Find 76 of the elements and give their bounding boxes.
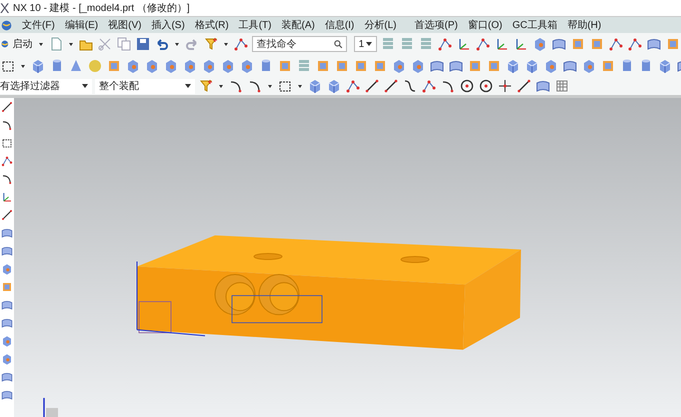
- feature-icon[interactable]: [543, 58, 559, 74]
- globe-icon[interactable]: [1, 20, 12, 30]
- curve-icon[interactable]: [402, 78, 418, 94]
- search-icon[interactable]: [334, 40, 343, 48]
- caret-icon: [82, 83, 88, 89]
- feature-icon[interactable]: [0, 334, 14, 348]
- filter-icon[interactable]: [198, 78, 214, 94]
- menu-item[interactable]: 视图(V): [108, 18, 142, 32]
- menu-item[interactable]: 插入(S): [151, 18, 185, 32]
- line-icon[interactable]: [516, 78, 532, 94]
- part-icon[interactable]: [600, 58, 616, 74]
- menu-item[interactable]: 首选项(P): [414, 18, 458, 32]
- arc-icon[interactable]: [0, 172, 14, 186]
- cube-icon[interactable]: [30, 58, 46, 74]
- crosshair-icon[interactable]: [497, 78, 513, 94]
- arc-icon[interactable]: [0, 118, 14, 132]
- menu-item[interactable]: 装配(A): [281, 18, 315, 32]
- filter-icon[interactable]: [202, 36, 219, 52]
- menu-item[interactable]: 工具(T): [238, 18, 272, 32]
- feature-icon[interactable]: [0, 352, 14, 366]
- menu-item[interactable]: 文件(F): [22, 18, 55, 32]
- line-icon[interactable]: [383, 78, 399, 94]
- point-set-icon[interactable]: [608, 36, 624, 52]
- point-set-icon[interactable]: [437, 36, 453, 52]
- filter-dropdown[interactable]: 有选择过滤器: [0, 78, 92, 94]
- cube-icon[interactable]: [326, 78, 342, 94]
- part-icon[interactable]: [589, 36, 605, 52]
- feature-icon[interactable]: [125, 58, 141, 74]
- point-set-icon[interactable]: [475, 36, 491, 52]
- save-icon[interactable]: [134, 36, 151, 52]
- menu-item[interactable]: 编辑(E): [64, 18, 98, 32]
- circle-icon[interactable]: [459, 78, 475, 94]
- start-button[interactable]: 启动: [12, 36, 34, 52]
- line-icon[interactable]: [0, 100, 14, 114]
- menu-item[interactable]: GC工具箱: [512, 18, 558, 32]
- feature-icon[interactable]: [532, 36, 548, 52]
- menu-item[interactable]: 信息(I): [324, 18, 354, 32]
- feature-icon[interactable]: [144, 58, 160, 74]
- part-icon[interactable]: [106, 58, 122, 74]
- search-field[interactable]: 查找命令: [252, 36, 347, 52]
- cube-icon[interactable]: [524, 58, 540, 74]
- cube-icon[interactable]: [307, 78, 323, 94]
- feature-icon[interactable]: [163, 58, 179, 74]
- part-icon[interactable]: [315, 58, 331, 74]
- point-set-icon[interactable]: [232, 36, 249, 52]
- window-title: NX 10 - 建模 - [_model4.prt （修改的）]: [13, 2, 190, 16]
- point-set-icon[interactable]: [421, 78, 437, 94]
- copy-icon[interactable]: [116, 36, 132, 52]
- grid-icon[interactable]: [554, 78, 570, 94]
- point-set-icon[interactable]: [0, 154, 14, 168]
- point-set-icon[interactable]: [345, 78, 361, 94]
- part-icon[interactable]: [334, 58, 350, 74]
- scope-dropdown[interactable]: 整个装配: [95, 78, 195, 94]
- axes-icon[interactable]: [0, 190, 14, 204]
- cone-icon[interactable]: [68, 58, 84, 74]
- part-icon[interactable]: [665, 36, 681, 52]
- caret-icon: [185, 83, 191, 89]
- line-icon[interactable]: [0, 208, 14, 222]
- circle-icon[interactable]: [478, 78, 494, 94]
- app-logo: X: [0, 1, 9, 15]
- line-icon[interactable]: [364, 78, 380, 94]
- cube-icon[interactable]: [505, 58, 521, 74]
- feature-icon[interactable]: [182, 58, 198, 74]
- caret-icon: [366, 41, 372, 47]
- rectangle-icon[interactable]: [0, 136, 14, 150]
- menu-item[interactable]: 帮助(H): [567, 18, 602, 32]
- part-icon[interactable]: [570, 36, 586, 52]
- menu-item[interactable]: 格式(R): [194, 18, 229, 32]
- part-icon[interactable]: [0, 280, 14, 294]
- menu-item[interactable]: 分析(L): [364, 18, 397, 32]
- feature-icon[interactable]: [581, 58, 597, 74]
- point-set-icon[interactable]: [627, 36, 643, 52]
- layer-dropdown[interactable]: 1: [354, 36, 377, 52]
- cube-icon[interactable]: [657, 58, 673, 74]
- feature-icon[interactable]: [0, 262, 14, 276]
- menu-item[interactable]: 窗口(O): [468, 18, 502, 32]
